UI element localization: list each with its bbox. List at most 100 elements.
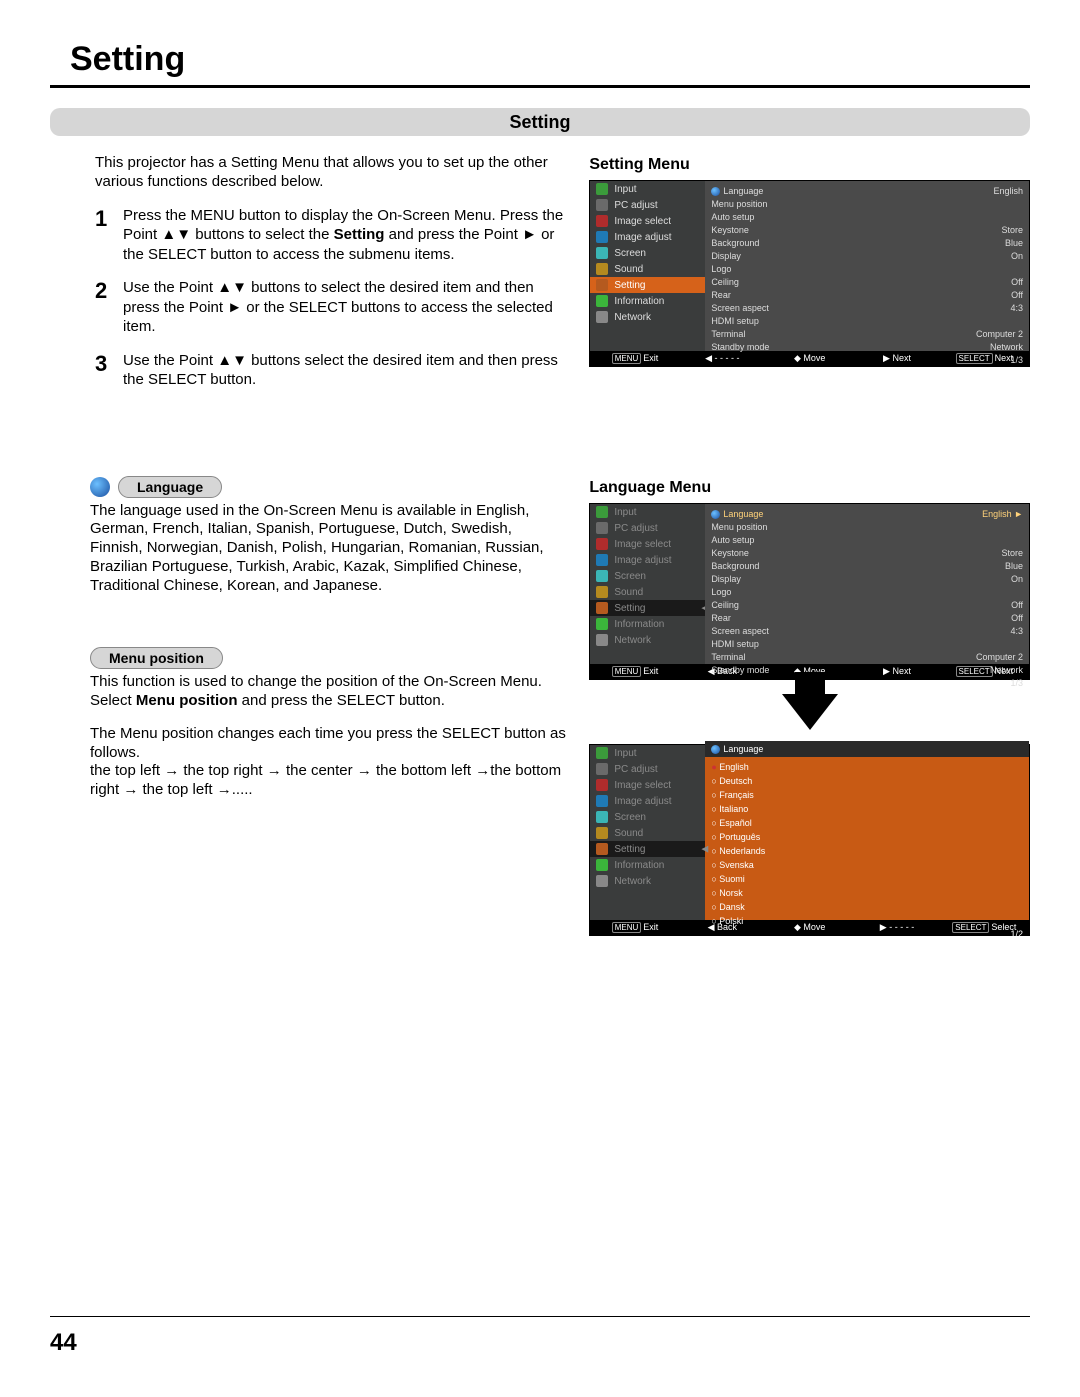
osd-row: RearOff (711, 612, 1023, 624)
language-menu-label: Language Menu (589, 479, 1030, 497)
lang-option: Español (711, 817, 1023, 830)
osd-left-pc-adjust: PC adjust (590, 197, 705, 213)
osd-row: KeystoneStore (711, 547, 1023, 559)
menu-position-heading-row: Menu position (90, 647, 567, 669)
osd-row: CeilingOff (711, 276, 1023, 288)
osd-row: Menu position (711, 521, 1023, 533)
osd-row: LanguageEnglish (711, 185, 1023, 197)
osd-left-image-adjust: Image adjust (590, 229, 705, 245)
lang-option: Deutsch (711, 775, 1023, 788)
bar-move: ◆ Move (769, 353, 850, 364)
step-text: Use the Point ▲▼ buttons select the desi… (123, 351, 567, 390)
lang-option: Suomi (711, 873, 1023, 886)
osd-left-input: Input (590, 745, 705, 761)
setting-menu-screenshot: Input PC adjust Image select Image adjus… (589, 180, 1030, 367)
bar-back: ◀ Back (682, 922, 763, 933)
osd-left-image-select: Image select (590, 213, 705, 229)
osd-left-information: Information (590, 616, 705, 632)
osd-left-network: Network (590, 632, 705, 648)
osd-row: Menu position (711, 198, 1023, 210)
bar-move: ◆ Move (769, 922, 850, 933)
osd-row: DisplayOn (711, 573, 1023, 585)
bar-back: ◀ - - - - - (682, 353, 763, 364)
osd-row: HDMI setup (711, 638, 1023, 650)
osd-row: Auto setup (711, 534, 1023, 546)
lang-option: Português (711, 831, 1023, 844)
lang-option: English (711, 761, 1023, 774)
language-heading-row: Language (90, 476, 567, 498)
steps-list: 1 Press the MENU button to display the O… (95, 206, 567, 390)
step-1: 1 Press the MENU button to display the O… (95, 206, 567, 265)
bar-select: SELECTNext (944, 353, 1025, 364)
osd-left-sound: Sound (590, 584, 705, 600)
lang-option: Dansk (711, 901, 1023, 914)
osd-row: Standby modeNetwork (711, 664, 1023, 676)
language-menu-screenshot-1: Input PC adjust Image select Image adjus… (589, 503, 1030, 680)
lang-option: Français (711, 789, 1023, 802)
step-2: 2 Use the Point ▲▼ buttons to select the… (95, 278, 567, 337)
lang-option: Italiano (711, 803, 1023, 816)
osd-left-setting: Setting ◀ (590, 600, 705, 616)
osd-left-screen: Screen (590, 568, 705, 584)
osd-left-image-adjust: Image adjust (590, 552, 705, 568)
step-3: 3 Use the Point ▲▼ buttons select the de… (95, 351, 567, 390)
osd-left-screen: Screen (590, 245, 705, 261)
menu-position-body3: the top left → the top right → the cente… (90, 762, 567, 800)
language-heading: Language (118, 476, 222, 498)
bar-next: ▶ - - - - - (856, 922, 937, 933)
osd-row: Screen aspect4:3 (711, 302, 1023, 314)
menu-position-body2: The Menu position changes each time you … (90, 725, 567, 763)
bottom-rule (50, 1316, 1030, 1317)
osd-lang-header: Language (705, 741, 1029, 757)
arrow-down-icon (782, 694, 838, 730)
step-number: 1 (95, 206, 123, 265)
osd-left-sound: Sound (590, 825, 705, 841)
osd-left-pc-adjust: PC adjust (590, 520, 705, 536)
osd-left-input: Input (590, 181, 705, 197)
osd-row: Logo (711, 263, 1023, 275)
language-menu-screenshot-2: Input PC adjust Image select Image adjus… (589, 744, 1030, 936)
globe-icon (90, 477, 110, 497)
bar-exit: MENUExit (594, 922, 675, 933)
osd-left-input: Input (590, 504, 705, 520)
osd-row: Standby modeNetwork (711, 341, 1023, 353)
osd-left-image-adjust: Image adjust (590, 793, 705, 809)
bar-exit: MENUExit (594, 666, 675, 677)
osd-row: Screen aspect4:3 (711, 625, 1023, 637)
osd-row: DisplayOn (711, 250, 1023, 262)
top-rule (50, 85, 1030, 88)
bar-next: ▶ Next (856, 353, 937, 364)
osd-left-network: Network (590, 873, 705, 889)
menu-position-body1: This function is used to change the posi… (90, 673, 567, 711)
lang-option: Norsk (711, 887, 1023, 900)
page-number: 44 (50, 1329, 77, 1357)
osd-row: Logo (711, 586, 1023, 598)
osd-left-pc-adjust: PC adjust (590, 761, 705, 777)
osd-left-network: Network (590, 309, 705, 325)
osd-row: TerminalComputer 2 (711, 651, 1023, 663)
bar-exit: MENUExit (594, 353, 675, 364)
osd-row: HDMI setup (711, 315, 1023, 327)
osd-row: LanguageEnglish ► (711, 508, 1023, 520)
osd-row: KeystoneStore (711, 224, 1023, 236)
osd-left-screen: Screen (590, 809, 705, 825)
osd-left-information: Information (590, 293, 705, 309)
osd-row: Auto setup (711, 211, 1023, 223)
lang-option: Nederlands (711, 845, 1023, 858)
osd-row: RearOff (711, 289, 1023, 301)
osd-row: TerminalComputer 2 (711, 328, 1023, 340)
menu-position-heading: Menu position (90, 647, 223, 669)
lang-option: Svenska (711, 859, 1023, 872)
osd-row: CeilingOff (711, 599, 1023, 611)
osd-left-setting: Setting ◀ (590, 841, 705, 857)
step-text: Press the MENU button to display the On-… (123, 206, 567, 265)
step-text: Use the Point ▲▼ buttons to select the d… (123, 278, 567, 337)
osd-left-image-select: Image select (590, 777, 705, 793)
language-body: The language used in the On-Screen Menu … (90, 502, 567, 596)
section-title: Setting (50, 108, 1030, 136)
osd-row: 1/3 (711, 677, 1023, 689)
osd-left-image-select: Image select (590, 536, 705, 552)
osd-row: BackgroundBlue (711, 237, 1023, 249)
step-number: 3 (95, 351, 123, 390)
osd-left-sound: Sound (590, 261, 705, 277)
